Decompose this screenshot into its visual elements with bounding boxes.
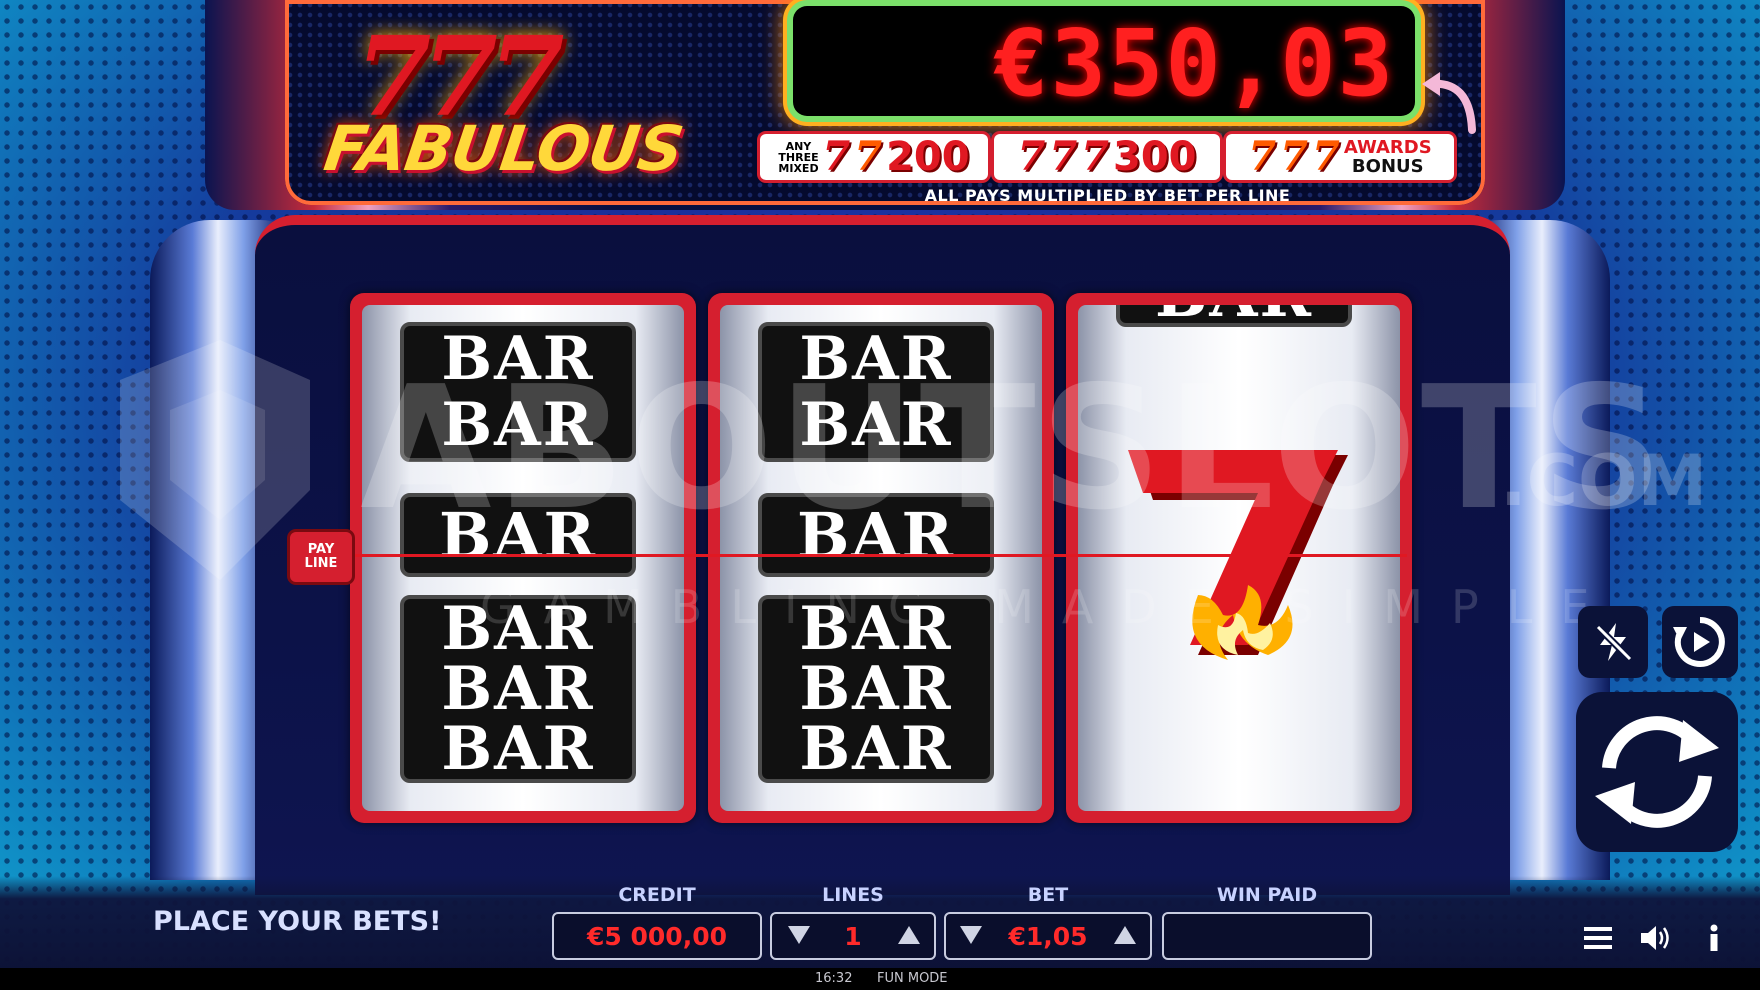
awards-label: AWARDS [1343, 137, 1432, 158]
game-mode: FUN MODE [877, 971, 948, 986]
flaming-seven-icon: 7 [1280, 133, 1308, 180]
seven-icon: 7 [1017, 133, 1046, 180]
jackpot-display: €350,03 [793, 6, 1415, 117]
mixed-pay-value: 200 [886, 134, 970, 180]
flaming-seven-icon: 7 [1311, 133, 1340, 180]
flaming-seven-icon: 7 [854, 133, 883, 180]
seven-icon: 7 [1081, 133, 1110, 180]
footer: 16:32 FUN MODE [0, 968, 1760, 990]
win-paid-meter [1162, 912, 1372, 960]
three-sevens-pay-value: 300 [1113, 134, 1197, 180]
single-bar-symbol: BAR [400, 493, 636, 577]
credit-value: €5 000,00 [587, 921, 727, 951]
lines-decrease-icon[interactable] [788, 926, 810, 944]
arrow-icon [1422, 72, 1476, 134]
turbo-button[interactable] [1578, 606, 1648, 678]
seven-icon: 7 [1049, 133, 1078, 180]
bet-value: €1,05 [1008, 921, 1088, 951]
paytable-bonus: 7 7 7 AWARDS BONUS [1226, 134, 1454, 180]
triple-bar-symbol: BAR BAR BAR [400, 594, 636, 784]
sound-icon [1641, 926, 1669, 950]
clock-time: 16:32 [815, 971, 853, 986]
lines-increase-icon[interactable] [898, 926, 920, 944]
autoplay-icon [1673, 617, 1725, 667]
reel-1: BAR BAR BAR BAR BAR BAR [350, 293, 696, 823]
bet-label: BET [1027, 884, 1069, 906]
paytable-footer: ALL PAYS MULTIPLIED BY BET PER LINE [924, 186, 1291, 205]
mixed-label: THREE [778, 150, 819, 164]
reel-2: BAR BAR BAR BAR BAR BAR [708, 293, 1054, 823]
mixed-label: MIXED [778, 161, 819, 175]
win-paid-label: WIN PAID [1216, 884, 1318, 906]
jackpot-value: €350,03 [993, 10, 1395, 117]
bet-increase-icon[interactable] [1114, 926, 1136, 944]
spin-icon [1595, 716, 1719, 828]
paytable: ANY THREE MIXED 7 7 200 7 7 7 300 7 7 7 … [760, 134, 1455, 184]
sound-button[interactable] [1636, 918, 1676, 958]
payline-label: LINE [304, 556, 338, 571]
lines-value: 1 [844, 921, 862, 951]
menu-button[interactable] [1578, 918, 1618, 958]
seven-icon: 7 [822, 133, 851, 180]
payline [345, 554, 1407, 557]
info-icon [1710, 924, 1718, 951]
lines-meter: 1 [770, 912, 936, 960]
status-message: PLACE YOUR BETS! [153, 906, 442, 937]
info-button[interactable] [1694, 918, 1734, 958]
credit-label: CREDIT [618, 884, 696, 906]
payline-label: PAY [307, 542, 335, 557]
double-bar-symbol: BAR BAR [758, 322, 994, 462]
lines-label: LINES [822, 884, 884, 906]
game-logo: 777 FABULOUS [320, 22, 695, 197]
single-bar-symbol: BAR [1116, 305, 1352, 331]
spin-button[interactable] [1576, 692, 1738, 852]
menu-icon [1584, 927, 1612, 949]
bet-decrease-icon[interactable] [960, 926, 982, 944]
paytable-three-sevens: 7 7 7 300 [994, 134, 1220, 180]
autoplay-button[interactable] [1662, 606, 1738, 678]
single-bar-symbol: BAR [758, 493, 994, 577]
bonus-label: BONUS [1351, 156, 1424, 177]
mixed-label: ANY [785, 139, 812, 153]
credit-meter: €5 000,00 [552, 912, 762, 960]
logo-word: FABULOUS [319, 112, 688, 185]
bet-meter: €1,05 [944, 912, 1152, 960]
triple-bar-symbol: BAR BAR BAR [758, 594, 994, 784]
reel-3: BAR [1066, 293, 1412, 823]
turbo-off-icon [1595, 623, 1633, 662]
payline-tag: PAY LINE [290, 532, 352, 582]
double-bar-symbol: BAR BAR [400, 322, 636, 462]
flaming-seven-icon: 7 [1248, 133, 1277, 180]
paytable-any-mixed: ANY THREE MIXED 7 7 200 [760, 134, 988, 180]
